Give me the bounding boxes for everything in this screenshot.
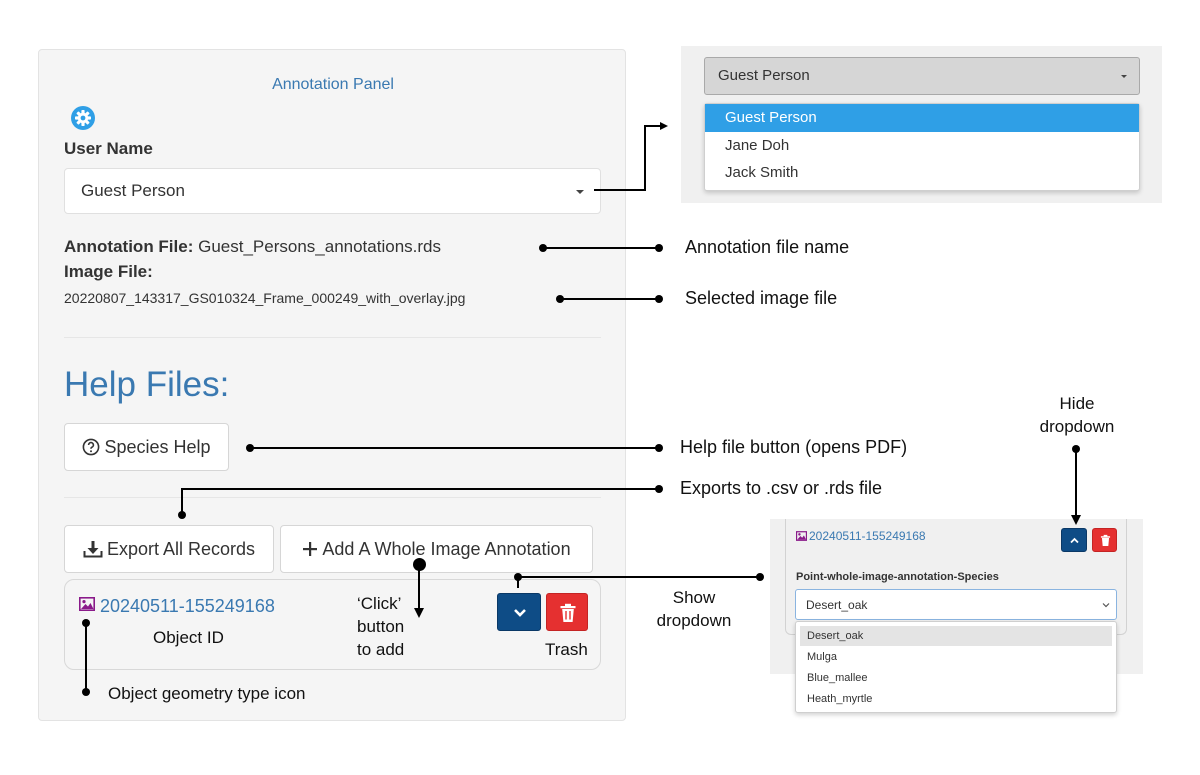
callout-text-line: to add (357, 640, 405, 659)
user-name-select[interactable]: Guest Person (64, 168, 601, 214)
callout-line (418, 568, 420, 609)
user-dropdown-select[interactable]: Guest Person (704, 57, 1140, 95)
divider (64, 337, 601, 338)
annotation-panel: Annotation Panel User Name Guest Person … (38, 49, 626, 721)
trash-icon (1100, 534, 1111, 546)
user-dropdown-list: Guest Person Jane Doh Jack Smith (704, 103, 1140, 191)
callout-show-dropdown: Show dropdown (652, 586, 736, 632)
callout-line (181, 488, 659, 490)
callout-line (644, 125, 646, 191)
hide-dropdown-button[interactable] (1061, 528, 1087, 552)
species-field-label: Point-whole-image-annotation-Species (796, 571, 999, 583)
dropdown-option[interactable]: Guest Person (705, 104, 1139, 132)
trash-button[interactable] (546, 593, 588, 631)
species-dropdown-list: Desert_oak Mulga Blue_mallee Heath_myrtl… (795, 621, 1117, 713)
add-whole-image-annotation-button[interactable]: Add A Whole Image Annotation (280, 525, 593, 573)
callout-dot (756, 573, 764, 581)
callout-dot (655, 485, 663, 493)
help-files-heading: Help Files: (64, 365, 230, 404)
callout-text-line: ‘Click’ (357, 594, 402, 613)
user-dropdown-selected: Guest Person (718, 67, 810, 84)
show-dropdown-button[interactable] (497, 593, 541, 631)
chevron-down-icon (576, 190, 584, 194)
species-help-label: Species Help (104, 436, 211, 457)
callout-line (560, 298, 659, 300)
callout-dot (655, 444, 663, 452)
chevron-down-icon (514, 609, 526, 617)
annotation-file-value: Guest_Persons_annotations.rds (198, 237, 441, 256)
question-circle-icon (83, 438, 100, 456)
callout-line (517, 576, 760, 578)
gear-icon[interactable] (70, 105, 96, 131)
chevron-up-icon (1070, 537, 1079, 544)
callout-dot (82, 688, 90, 696)
plus-icon (303, 542, 318, 556)
image-file-label: Image File: (64, 262, 153, 281)
image-icon (796, 531, 807, 541)
dropdown-option[interactable]: Mulga (800, 647, 1112, 667)
species-help-button[interactable]: Species Help (64, 423, 229, 471)
callout-selected-image-file: Selected image file (685, 288, 838, 308)
image-file-value: 20220807_143317_GS010324_Frame_000249_wi… (64, 290, 466, 306)
callout-line (181, 488, 183, 515)
trash-icon (560, 603, 576, 622)
annotation-file-label: Annotation File: (64, 237, 194, 256)
callout-help-file-button: Help file button (opens PDF) (680, 437, 908, 457)
callout-line (85, 623, 87, 692)
user-select-value: Guest Person (81, 181, 185, 200)
callout-line (543, 247, 659, 249)
dropdown-option[interactable]: Desert_oak (800, 626, 1112, 646)
callout-text-line: dropdown (656, 611, 732, 630)
object-id-link[interactable]: 20240511-155249168 (809, 529, 926, 543)
callout-geometry-icon: Object geometry type icon (108, 684, 306, 703)
callout-line (1075, 449, 1077, 516)
callout-trash: Trash (545, 640, 588, 659)
callout-dot (655, 244, 663, 252)
annotation-record-card: 20240511-155249168 (64, 579, 601, 670)
export-all-records-button[interactable]: Export All Records (64, 525, 274, 573)
chevron-down-icon (1121, 75, 1127, 78)
export-label: Export All Records (106, 538, 256, 559)
callout-line (594, 189, 646, 191)
callout-object-id: Object ID (153, 628, 224, 647)
dropdown-option[interactable]: Blue_mallee (800, 668, 1112, 688)
callout-hide-dropdown: Hide dropdown (1034, 392, 1120, 438)
callout-text-line: Hide (1059, 394, 1095, 413)
dropdown-option[interactable]: Jane Doh (705, 132, 1139, 159)
download-icon (83, 541, 103, 558)
divider (64, 497, 601, 498)
callout-line (517, 577, 519, 588)
add-annotation-label: Add A Whole Image Annotation (322, 538, 571, 559)
callout-line (250, 447, 659, 449)
user-dropdown-inset: Guest Person Guest Person Jane Doh Jack … (681, 46, 1162, 203)
species-select-value: Desert_oak (806, 598, 868, 612)
dropdown-option[interactable]: Jack Smith (705, 159, 1139, 186)
callout-text-line: Show (672, 588, 716, 607)
chevron-down-icon (1102, 603, 1110, 608)
callout-text-line: dropdown (1039, 417, 1115, 436)
callout-exports: Exports to .csv or .rds file (680, 478, 883, 498)
callout-click-to-add: ‘Click’ button to add (357, 592, 404, 661)
arrow-down-icon (1071, 515, 1081, 525)
user-name-label: User Name (64, 139, 153, 158)
arrow-right-icon (660, 122, 668, 130)
image-icon (79, 597, 95, 611)
trash-button[interactable] (1092, 528, 1117, 552)
species-select[interactable]: Desert_oak (795, 589, 1117, 620)
callout-dot (655, 295, 663, 303)
panel-title: Annotation Panel (272, 76, 394, 93)
callout-annotation-file-name: Annotation file name (685, 237, 850, 257)
callout-text-line: button (357, 617, 405, 636)
object-id-link[interactable]: 20240511-155249168 (100, 596, 275, 617)
arrow-down-icon (414, 608, 424, 618)
annotation-file-row: Annotation File: Guest_Persons_annotatio… (64, 237, 441, 257)
dropdown-option[interactable]: Heath_myrtle (800, 689, 1112, 709)
